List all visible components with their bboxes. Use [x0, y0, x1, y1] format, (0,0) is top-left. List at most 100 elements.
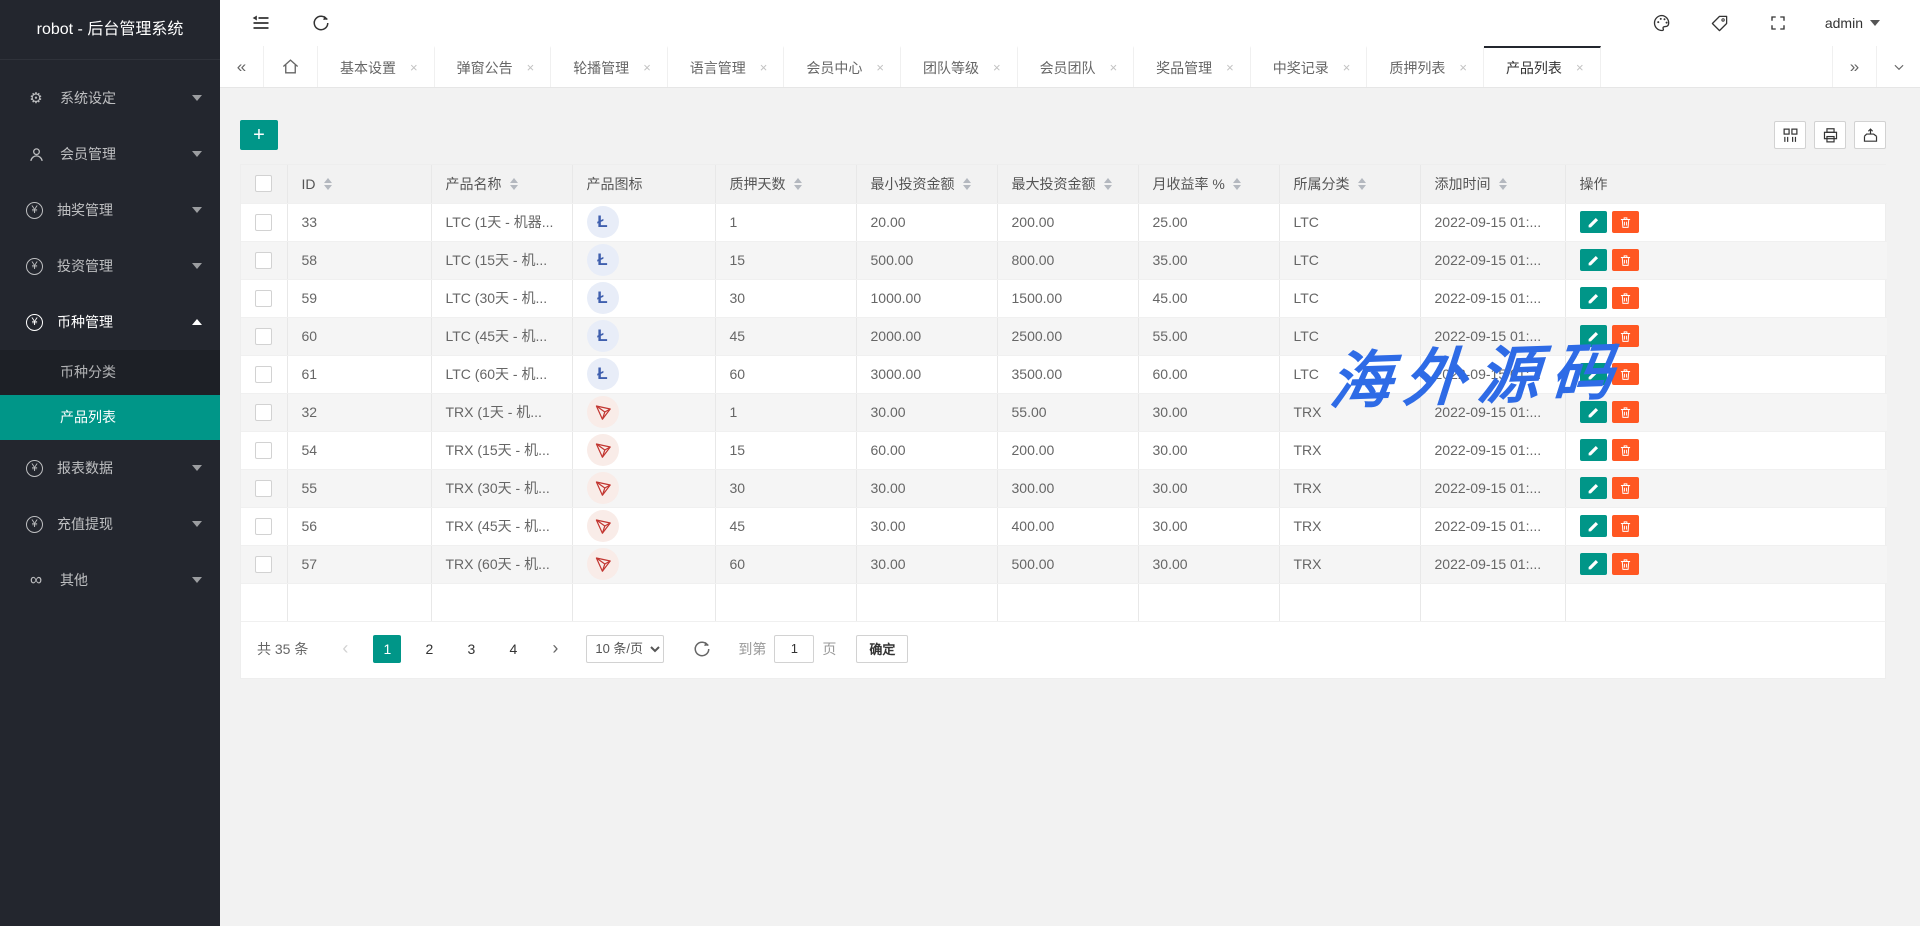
tab-弹窗公告[interactable]: 弹窗公告×	[435, 46, 552, 87]
row-checkbox[interactable]	[255, 214, 272, 231]
row-checkbox[interactable]	[255, 404, 272, 421]
edit-button[interactable]	[1580, 211, 1607, 233]
home-tab[interactable]	[264, 46, 318, 87]
tab-close-icon[interactable]: ×	[876, 60, 884, 75]
confirm-button[interactable]: 确定	[856, 635, 908, 663]
tab-close-icon[interactable]: ×	[643, 60, 651, 75]
column-header-最大投资金额[interactable]: 最大投资金额	[997, 165, 1138, 203]
sort-asc-icon[interactable]	[510, 178, 518, 183]
delete-button[interactable]	[1612, 553, 1639, 575]
edit-button[interactable]	[1580, 439, 1607, 461]
sort-asc-icon[interactable]	[1499, 178, 1507, 183]
row-checkbox[interactable]	[255, 328, 272, 345]
row-checkbox[interactable]	[255, 518, 272, 535]
sidebar-item-member[interactable]: 会员管理	[0, 126, 220, 182]
sidebar-item-system[interactable]: ⚙系统设定	[0, 70, 220, 126]
select-all-checkbox[interactable]	[255, 175, 272, 192]
edit-button[interactable]	[1580, 553, 1607, 575]
sort-desc-icon[interactable]	[1358, 185, 1366, 190]
page-button-3[interactable]: 3	[457, 635, 485, 663]
column-header-添加时间[interactable]: 添加时间	[1420, 165, 1565, 203]
tag-icon[interactable]	[1709, 12, 1731, 34]
tab-close-icon[interactable]: ×	[993, 60, 1001, 75]
delete-button[interactable]	[1612, 325, 1639, 347]
sort-asc-icon[interactable]	[963, 178, 971, 183]
tab-close-icon[interactable]: ×	[410, 60, 418, 75]
row-checkbox[interactable]	[255, 290, 272, 307]
tab-产品列表[interactable]: 产品列表×	[1484, 46, 1601, 87]
export-button[interactable]	[1854, 121, 1886, 149]
delete-button[interactable]	[1612, 477, 1639, 499]
sidebar-subitem[interactable]: 产品列表	[0, 395, 220, 440]
sort-asc-icon[interactable]	[1104, 178, 1112, 183]
page-button-4[interactable]: 4	[499, 635, 527, 663]
sort-icon[interactable]	[794, 178, 802, 190]
row-checkbox[interactable]	[255, 252, 272, 269]
delete-button[interactable]	[1612, 363, 1639, 385]
delete-button[interactable]	[1612, 439, 1639, 461]
prev-page-button[interactable]: ‹	[331, 635, 359, 663]
sort-icon[interactable]	[1233, 178, 1241, 190]
next-page-button[interactable]: ›	[541, 635, 569, 663]
theme-palette-icon[interactable]	[1651, 12, 1673, 34]
tab-质押列表[interactable]: 质押列表×	[1367, 46, 1484, 87]
tab-轮播管理[interactable]: 轮播管理×	[551, 46, 668, 87]
user-menu[interactable]: admin	[1825, 15, 1880, 31]
sidebar-item-lottery[interactable]: ¥抽奖管理	[0, 182, 220, 238]
edit-button[interactable]	[1580, 287, 1607, 309]
pager-refresh-icon[interactable]	[688, 635, 716, 663]
collapse-menu-icon[interactable]	[250, 12, 272, 34]
add-button[interactable]: +	[240, 120, 278, 150]
tab-close-icon[interactable]: ×	[1110, 60, 1118, 75]
sort-desc-icon[interactable]	[1233, 185, 1241, 190]
tab-会员团队[interactable]: 会员团队×	[1018, 46, 1135, 87]
sort-asc-icon[interactable]	[324, 178, 332, 183]
tab-close-icon[interactable]: ×	[1459, 60, 1467, 75]
goto-page-input[interactable]	[774, 635, 814, 663]
sidebar-item-coin[interactable]: ¥币种管理	[0, 294, 220, 350]
sort-desc-icon[interactable]	[1499, 185, 1507, 190]
print-button[interactable]	[1814, 121, 1846, 149]
tabs-scroll-right[interactable]: »	[1832, 46, 1876, 87]
sort-desc-icon[interactable]	[324, 185, 332, 190]
sidebar-item-report[interactable]: ¥报表数据	[0, 440, 220, 496]
edit-button[interactable]	[1580, 249, 1607, 271]
edit-button[interactable]	[1580, 401, 1607, 423]
tab-中奖记录[interactable]: 中奖记录×	[1251, 46, 1368, 87]
delete-button[interactable]	[1612, 249, 1639, 271]
edit-button[interactable]	[1580, 515, 1607, 537]
sort-icon[interactable]	[1104, 178, 1112, 190]
filter-columns-button[interactable]	[1774, 121, 1806, 149]
column-header-月收益率 %[interactable]: 月收益率 %	[1138, 165, 1279, 203]
edit-button[interactable]	[1580, 477, 1607, 499]
sidebar-item-other[interactable]: ∞其他	[0, 552, 220, 608]
edit-button[interactable]	[1580, 325, 1607, 347]
sort-icon[interactable]	[963, 178, 971, 190]
refresh-icon[interactable]	[310, 12, 332, 34]
sort-icon[interactable]	[510, 178, 518, 190]
delete-button[interactable]	[1612, 287, 1639, 309]
row-checkbox[interactable]	[255, 366, 272, 383]
sidebar-subitem[interactable]: 币种分类	[0, 350, 220, 395]
fullscreen-icon[interactable]	[1767, 12, 1789, 34]
tab-close-icon[interactable]: ×	[760, 60, 768, 75]
sort-asc-icon[interactable]	[1233, 178, 1241, 183]
tab-close-icon[interactable]: ×	[527, 60, 535, 75]
row-checkbox[interactable]	[255, 442, 272, 459]
tab-close-icon[interactable]: ×	[1226, 60, 1234, 75]
tab-close-icon[interactable]: ×	[1343, 60, 1351, 75]
tabs-scroll-left[interactable]: «	[220, 46, 264, 87]
row-checkbox[interactable]	[255, 480, 272, 497]
sort-icon[interactable]	[1499, 178, 1507, 190]
column-header-质押天数[interactable]: 质押天数	[715, 165, 856, 203]
sort-asc-icon[interactable]	[794, 178, 802, 183]
sort-desc-icon[interactable]	[1104, 185, 1112, 190]
delete-button[interactable]	[1612, 515, 1639, 537]
tab-close-icon[interactable]: ×	[1576, 60, 1584, 75]
sort-asc-icon[interactable]	[1358, 178, 1366, 183]
sort-icon[interactable]	[324, 178, 332, 190]
page-button-2[interactable]: 2	[415, 635, 443, 663]
delete-button[interactable]	[1612, 401, 1639, 423]
sidebar-item-invest[interactable]: ¥投资管理	[0, 238, 220, 294]
sort-desc-icon[interactable]	[963, 185, 971, 190]
